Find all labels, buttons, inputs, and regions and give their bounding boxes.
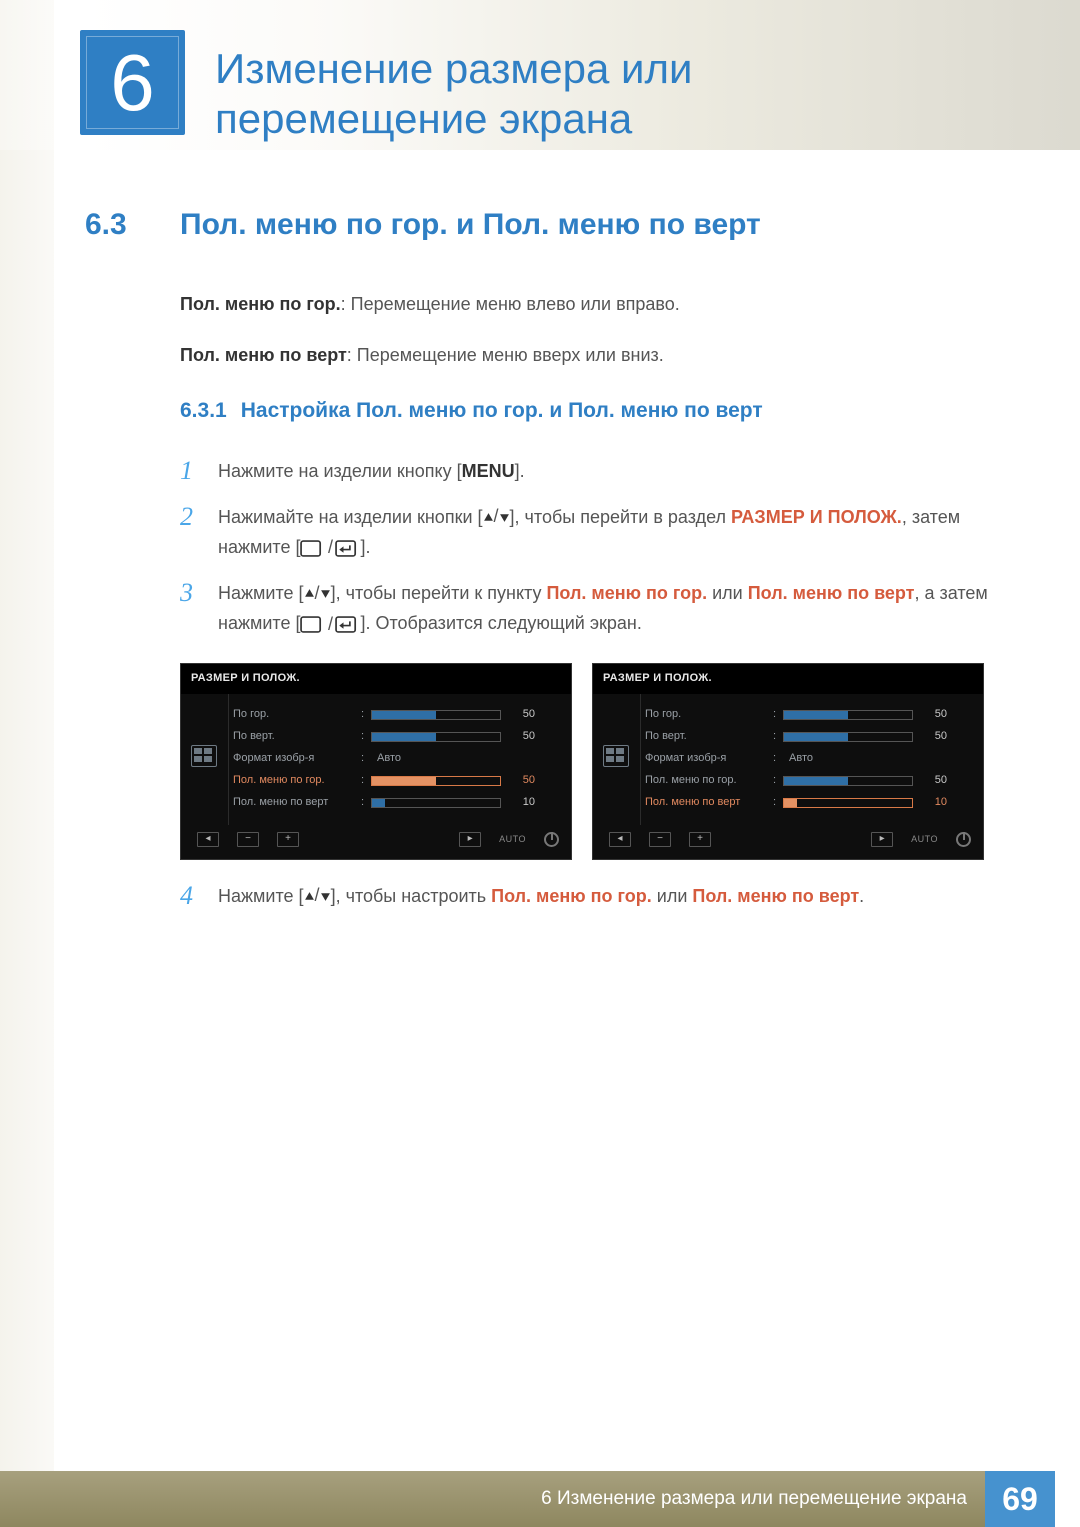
osd-btn-back-icon: ◂: [609, 832, 631, 847]
osd-category-icon: [593, 694, 639, 818]
osd-btn-minus-icon: −: [649, 832, 671, 847]
osd-btn-back-icon: ◂: [197, 832, 219, 847]
intro-text-1: : Перемещение меню влево или вправо.: [341, 294, 680, 314]
osd-controls: ◂ − + ▸ AUTO: [593, 818, 983, 851]
osd-row-menu-v: Пол. меню по верт:10: [233, 792, 563, 814]
osd-btn-play-icon: ▸: [459, 832, 481, 847]
osd-btn-plus-icon: +: [689, 832, 711, 847]
osd-row-format: Формат изобр-я:Авто: [645, 748, 975, 770]
step-4: 4 Нажмите [/], чтобы настроить Пол. меню…: [180, 882, 995, 912]
step-text: Нажимайте на изделии кнопки [/], чтобы п…: [218, 503, 995, 563]
chapter-title: Изменение размера или перемещение экрана: [215, 30, 975, 143]
osd-divider: [640, 694, 641, 825]
osd-panel-h: РАЗМЕР И ПОЛОЖ. По гор.:50 По верт.:50 Ф…: [180, 663, 572, 860]
steps-list: 1 Нажмите на изделии кнопку [MENU]. 2 На…: [180, 457, 995, 639]
osd-controls: ◂ − + ▸ AUTO: [181, 818, 571, 851]
osd-row-hpos: По гор.:50: [233, 704, 563, 726]
osd-category-icon: [181, 694, 227, 818]
chapter-number-badge: 6: [80, 30, 185, 135]
osd-row-vpos: По верт.:50: [645, 726, 975, 748]
chapter-header: 6 Изменение размера или перемещение экра…: [0, 0, 1080, 143]
subsection-title: Настройка Пол. меню по гор. и Пол. меню …: [241, 394, 763, 428]
osd-row-hpos: По гор.:50: [645, 704, 975, 726]
osd-auto-label: AUTO: [499, 832, 526, 846]
osd-title: РАЗМЕР И ПОЛОЖ.: [593, 664, 983, 694]
osd-auto-label: AUTO: [911, 832, 938, 846]
step-1: 1 Нажмите на изделии кнопку [MENU].: [180, 457, 995, 487]
osd-row-menu-v: Пол. меню по верт:10: [645, 792, 975, 814]
up-down-icon: /: [304, 579, 331, 609]
source-enter-icon: /: [300, 533, 360, 563]
step-number: 1: [180, 457, 202, 486]
footer-page-number: 69: [985, 1471, 1055, 1527]
step-number: 2: [180, 503, 202, 532]
highlight-menu-v: Пол. меню по верт: [748, 583, 915, 603]
step-2: 2 Нажимайте на изделии кнопки [/], чтобы…: [180, 503, 995, 563]
section-number: 6.3: [85, 208, 180, 242]
highlight-menu-h: Пол. меню по гор.: [546, 583, 707, 603]
menu-key-label: MENU: [462, 461, 515, 481]
footer-breadcrumb: 6 Изменение размера или перемещение экра…: [0, 1471, 985, 1527]
intro-block: Пол. меню по гор.: Перемещение меню влев…: [180, 290, 995, 912]
section-heading: 6.3 Пол. меню по гор. и Пол. меню по вер…: [85, 208, 995, 242]
osd-divider: [228, 694, 229, 825]
source-enter-icon: /: [300, 610, 360, 640]
steps-list-cont: 4 Нажмите [/], чтобы настроить Пол. меню…: [180, 882, 995, 912]
step-text: Нажмите [/], чтобы перейти к пункту Пол.…: [218, 579, 995, 639]
osd-btn-plus-icon: +: [277, 832, 299, 847]
highlight-menu-v: Пол. меню по верт: [692, 886, 859, 906]
up-down-icon: /: [304, 881, 331, 911]
up-down-icon: /: [483, 502, 510, 532]
subsection-number: 6.3.1: [180, 394, 227, 428]
osd-btn-play-icon: ▸: [871, 832, 893, 847]
osd-row-menu-h: Пол. меню по гор.:50: [233, 770, 563, 792]
step-text: Нажмите на изделии кнопку [MENU].: [218, 457, 995, 487]
subsection-heading: 6.3.1 Настройка Пол. меню по гор. и Пол.…: [180, 394, 995, 428]
chapter-number: 6: [110, 37, 155, 129]
step-text: Нажмите [/], чтобы настроить Пол. меню п…: [218, 882, 995, 912]
intro-text-2: : Перемещение меню вверх или вниз.: [347, 345, 664, 365]
intro-line-2: Пол. меню по верт: Перемещение меню ввер…: [180, 341, 995, 370]
page-footer: 6 Изменение размера или перемещение экра…: [0, 1471, 1080, 1527]
step-3: 3 Нажмите [/], чтобы перейти к пункту По…: [180, 579, 995, 639]
section-title: Пол. меню по гор. и Пол. меню по верт: [180, 208, 761, 242]
highlight-menu-h: Пол. меню по гор.: [491, 886, 652, 906]
osd-row-vpos: По верт.:50: [233, 726, 563, 748]
osd-btn-minus-icon: −: [237, 832, 259, 847]
osd-power-icon: [956, 832, 971, 847]
step-number: 4: [180, 882, 202, 911]
osd-examples: РАЗМЕР И ПОЛОЖ. По гор.:50 По верт.:50 Ф…: [180, 663, 995, 860]
intro-line-1: Пол. меню по гор.: Перемещение меню влев…: [180, 290, 995, 319]
highlight-size-pos: РАЗМЕР И ПОЛОЖ.: [731, 507, 902, 527]
osd-power-icon: [544, 832, 559, 847]
footer-end: [1055, 1471, 1080, 1527]
osd-panel-v: РАЗМЕР И ПОЛОЖ. По гор.:50 По верт.:50 Ф…: [592, 663, 984, 860]
step-number: 3: [180, 579, 202, 608]
osd-row-format: Формат изобр-я:Авто: [233, 748, 563, 770]
intro-label-1: Пол. меню по гор.: [180, 294, 341, 314]
osd-row-menu-h: Пол. меню по гор.:50: [645, 770, 975, 792]
intro-label-2: Пол. меню по верт: [180, 345, 347, 365]
osd-title: РАЗМЕР И ПОЛОЖ.: [181, 664, 571, 694]
